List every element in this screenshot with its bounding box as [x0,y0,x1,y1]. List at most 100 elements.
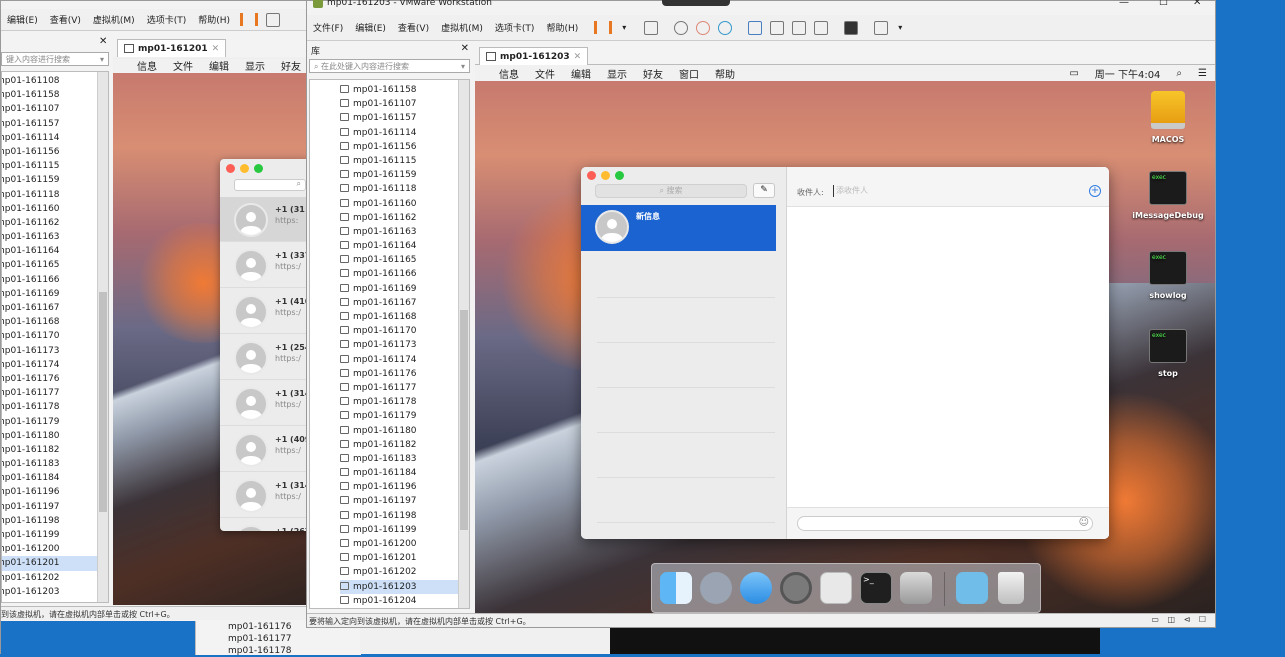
library-item[interactable]: mp01-161202 [340,565,469,579]
close-window-button[interactable] [587,171,596,180]
library-item[interactable]: mp01-161196 [340,480,469,494]
library-close-icon[interactable]: ✕ [461,43,469,54]
unity-icon[interactable] [814,20,829,35]
back-library-item[interactable]: mp01-161108 [2,74,108,88]
library-item[interactable]: mp01-161168 [340,310,469,324]
back-library-item[interactable]: mp01-161177 [2,386,108,400]
window-traffic-lights[interactable] [587,171,624,180]
back-library-item[interactable]: mp01-161173 [2,344,108,358]
pause-vm-icon[interactable] [594,21,613,34]
back-mac-menu-file[interactable]: 文件 [165,58,201,73]
messages-app-icon[interactable] [740,572,772,604]
conversation-row[interactable]: +1 (314 https:/ [220,381,310,426]
snapshot-manager-icon[interactable] [718,20,733,35]
back-library-item[interactable]: mp01-161164 [2,244,108,258]
pause-icon[interactable] [240,13,259,26]
airplay-icon[interactable]: ▭ [1061,68,1086,79]
library-item[interactable]: mp01-161159 [340,168,469,182]
mac-menu-file[interactable]: 文件 [527,66,563,81]
back-mac-menu-messages[interactable]: 信息 [129,58,165,73]
conversation-row[interactable]: +1 (314 https:/ [220,473,310,518]
back-mac-menu-edit[interactable]: 编辑 [201,58,237,73]
library-item[interactable]: mp01-161173 [340,338,469,352]
stretch-guest-icon[interactable] [874,20,889,35]
menu-help[interactable]: 帮助(H) [540,21,584,34]
library-scrollbar[interactable] [458,80,469,608]
compose-button[interactable]: ✎ [753,183,775,198]
downloads-folder-icon[interactable] [956,572,988,604]
library-item[interactable]: mp01-161197 [340,494,469,508]
back-library-item[interactable]: mp01-161163 [2,230,108,244]
back-library-item[interactable]: mp01-161201 [2,556,108,571]
back-library-item[interactable]: mp01-161165 [2,258,108,272]
send-keys-icon[interactable] [266,12,281,27]
conversation-row[interactable]: +1 (254 https:/ [220,335,310,380]
back-library-item[interactable]: mp01-161178 [2,400,108,414]
conversation-row[interactable]: +1 (410 https:/ [220,289,310,334]
back-library-item[interactable]: mp01-161159 [2,173,108,187]
library-item[interactable]: mp01-161167 [340,296,469,310]
back-menu-help[interactable]: 帮助(H) [192,13,236,26]
library-item[interactable]: mp01-161183 [340,452,469,466]
library-item[interactable]: mp01-161179 [340,409,469,423]
back-menu-view[interactable]: 查看(V) [44,13,87,26]
trash-icon[interactable] [998,572,1024,604]
library-item[interactable]: mp01-161178 [340,395,469,409]
emoji-icon[interactable]: ☺ [1079,517,1089,528]
library-item[interactable]: mp01-161163 [340,225,469,239]
zoom-window-button[interactable] [615,171,624,180]
mac-guest-screen[interactable]: 信息 文件 编辑 显示 好友 窗口 帮助 ▭ 周一 下午4:04 ⌕ ☰ MAC… [475,65,1215,613]
back-library-close-icon[interactable]: ✕ [99,36,107,47]
tab-close-icon[interactable]: ✕ [212,44,220,54]
back-library-scrollbar[interactable] [97,72,108,602]
system-preferences-icon[interactable] [780,572,812,604]
library-item[interactable]: mp01-161198 [340,509,469,523]
mac-menu-help[interactable]: 帮助 [707,66,743,81]
library-item[interactable]: mp01-161199 [340,523,469,537]
conversation-row[interactable]: +1 (409 https:/ [220,427,310,472]
back-library-item[interactable]: mp01-161118 [2,188,108,202]
send-ctrl-alt-del-icon[interactable] [644,20,659,35]
conversation-row[interactable]: +1 (337 https:/ [220,243,310,288]
revert-snapshot-icon[interactable] [696,20,711,35]
library-item[interactable]: mp01-161164 [340,239,469,253]
menubar-clock[interactable]: 周一 下午4:04 [1087,66,1169,81]
back-library-item[interactable]: mp01-161203 [2,585,108,599]
back-library-item[interactable]: mp01-161158 [2,88,108,102]
library-item[interactable]: mp01-161178 [228,645,361,657]
desktop-icon-stop[interactable]: exec stop [1123,329,1213,378]
mac-menu-edit[interactable]: 编辑 [563,66,599,81]
library-item[interactable]: mp01-161203 [340,579,469,594]
back-menu-tabs[interactable]: 选项卡(T) [141,13,193,26]
back-library-item[interactable]: mp01-161167 [2,301,108,315]
back-mac-menu-buddies[interactable]: 好友 [273,58,309,73]
back-library-item[interactable]: mp01-161169 [2,287,108,301]
menu-tabs[interactable]: 选项卡(T) [489,21,541,34]
library-item[interactable]: mp01-161118 [340,182,469,196]
menu-file[interactable]: 文件(F) [307,21,349,34]
tab-close-icon[interactable]: ✕ [574,52,582,62]
back-menu-edit[interactable]: 编辑(E) [1,13,44,26]
library-item[interactable]: mp01-161204 [340,594,469,608]
back-library-item[interactable]: mp01-161176 [2,372,108,386]
terminal-icon[interactable]: >_ [860,572,892,604]
full-screen-icon[interactable] [792,20,807,35]
back-library-item[interactable]: mp01-161202 [2,571,108,585]
library-item[interactable]: mp01-161174 [340,353,469,367]
library-item[interactable]: mp01-161162 [340,211,469,225]
back-library-item[interactable]: mp01-161183 [2,457,108,471]
library-item[interactable]: mp01-161182 [340,438,469,452]
library-toggle-icon[interactable] [748,20,763,35]
back-mac-menu-view[interactable]: 显示 [237,58,273,73]
installer-icon[interactable] [900,572,932,604]
mac-menu-buddies[interactable]: 好友 [635,66,671,81]
back-library-item[interactable]: mp01-161162 [2,216,108,230]
library-item[interactable]: mp01-161107 [340,97,469,111]
snapshot-icon[interactable] [674,20,689,35]
minimize-window-button[interactable] [601,171,610,180]
back-library-item[interactable]: mp01-161199 [2,528,108,542]
mac-menu-window[interactable]: 窗口 [671,66,707,81]
back-vm-tab[interactable]: mp01-161201 ✕ [117,39,227,57]
library-item[interactable]: mp01-161114 [340,126,469,140]
library-item[interactable]: mp01-161115 [340,154,469,168]
